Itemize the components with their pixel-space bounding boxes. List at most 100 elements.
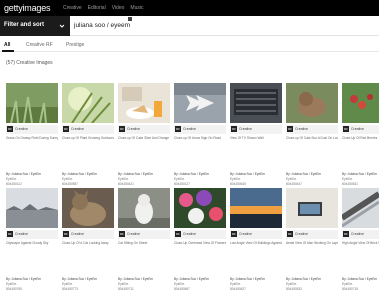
rf-badge: RF xyxy=(343,126,349,132)
image-meta: RF Creative xyxy=(342,230,379,239)
thumbnail-sunset-buildings[interactable] xyxy=(230,188,282,228)
image-id: 804450627 xyxy=(230,287,246,291)
image-id: 804450533 xyxy=(286,287,302,291)
image-caption[interactable]: Close-up Of Arrow Sign On Road xyxy=(174,136,226,140)
image-meta: RF Creative xyxy=(286,125,338,134)
getty-logo[interactable]: gettyimages xyxy=(4,2,51,14)
results-count: (57) Creative Images xyxy=(6,60,53,66)
image-byline[interactable]: By: Juliana Soo / EyeEm xyxy=(286,172,338,176)
image-id: 804450718 xyxy=(342,287,358,291)
image-collection: EyeEm xyxy=(342,177,353,181)
image-caption[interactable]: Aerial View Of Man Working On Laptop xyxy=(286,241,338,245)
image-caption[interactable]: Close-up Of Plant Growing Outdoors xyxy=(62,136,114,140)
image-caption[interactable]: Grass On Grassy Field During Sunny... xyxy=(6,136,58,140)
image-byline[interactable]: By: Juliana Soo / EyeEm xyxy=(342,172,379,176)
rf-badge: RF xyxy=(175,231,181,237)
thumbnail-berries[interactable] xyxy=(342,83,379,123)
rf-badge: RF xyxy=(7,231,13,237)
image-byline[interactable]: By: Juliana Soo / EyeEm xyxy=(118,172,170,176)
image-collection: EyeEm xyxy=(286,177,297,181)
thumbnail-cityscape[interactable] xyxy=(6,188,58,228)
image-byline[interactable]: By: Juliana Soo / EyeEm xyxy=(118,277,170,281)
image-caption[interactable]: Close-Up Of A Cat Looking Away xyxy=(62,241,114,245)
license-type: Creative xyxy=(183,127,197,131)
image-id: 804450112 xyxy=(6,182,22,186)
image-collection: EyeEm xyxy=(230,282,241,286)
image-byline[interactable]: By: Juliana Soo / EyeEm xyxy=(6,277,58,281)
thumbnail-cat[interactable] xyxy=(286,83,338,123)
image-meta: RF Creative xyxy=(342,125,379,134)
image-collection: EyeEm xyxy=(286,282,297,286)
image-id: 804450567 xyxy=(174,287,190,291)
license-type: Creative xyxy=(127,127,141,131)
rf-badge: RF xyxy=(231,231,237,237)
image-meta: RF Creative xyxy=(286,230,338,239)
close-icon[interactable] xyxy=(128,17,132,21)
thumbnail-white-cat[interactable] xyxy=(118,188,170,228)
thumbnail-flowers[interactable] xyxy=(174,188,226,228)
top-nav: Creative Editorial Video Music xyxy=(63,4,143,12)
rf-badge: RF xyxy=(7,126,13,132)
search-bar[interactable]: juliana soo / eyeem xyxy=(70,16,379,36)
image-caption[interactable]: Low Angle View Of Buildings Against Dram… xyxy=(230,241,282,245)
image-id: 804450711 xyxy=(118,287,134,291)
image-meta: RF Creative xyxy=(62,230,114,239)
license-type: Creative xyxy=(351,232,365,236)
image-collection: EyeEm xyxy=(118,177,129,181)
image-caption[interactable]: Close-Up Overhead View Of Flowers xyxy=(174,241,226,245)
image-caption[interactable]: Close-Up Of Red Berries xyxy=(342,136,379,140)
thumbnail-plant[interactable] xyxy=(62,83,114,123)
image-caption[interactable]: Close-up Of Cake Slice And Orange Juice … xyxy=(118,136,170,140)
rf-badge: RF xyxy=(287,231,293,237)
image-meta: RF Creative xyxy=(174,230,226,239)
image-byline[interactable]: By: Juliana Soo / EyeEm xyxy=(342,277,379,281)
thumbnail-grass[interactable] xyxy=(6,83,58,123)
image-meta: RF Creative xyxy=(174,125,226,134)
license-type: Creative xyxy=(351,127,365,131)
image-byline[interactable]: By: Juliana Soo / EyeEm xyxy=(230,277,282,281)
thumbnail-cake[interactable] xyxy=(118,83,170,123)
tab-creative-rf[interactable]: Creative RF xyxy=(26,42,53,48)
thumbnail-brick-wall[interactable] xyxy=(342,188,379,228)
image-collection: EyeEm xyxy=(118,282,129,286)
nav-creative[interactable]: Creative xyxy=(63,4,82,12)
image-collection: EyeEm xyxy=(6,177,17,181)
thumbnail-desk[interactable] xyxy=(286,188,338,228)
image-caption[interactable]: Cat Sitting On Street xyxy=(118,241,170,245)
top-bar: gettyimages Creative Editorial Video Mus… xyxy=(0,0,379,16)
nav-music[interactable]: Music xyxy=(130,4,143,12)
thumbnail-tv[interactable] xyxy=(230,83,282,123)
nav-video[interactable]: Video xyxy=(112,4,125,12)
image-byline[interactable]: By: Juliana Soo / EyeEm xyxy=(62,277,114,281)
license-type: Creative xyxy=(295,232,309,236)
image-meta: RF Creative xyxy=(6,230,58,239)
search-input[interactable]: juliana soo / eyeem xyxy=(74,22,130,29)
image-collection: EyeEm xyxy=(174,282,185,286)
image-caption[interactable]: High Angle View Of Brick Wall xyxy=(342,241,379,245)
image-byline[interactable]: By: Juliana Soo / EyeEm xyxy=(6,172,58,176)
tab-all[interactable]: All xyxy=(4,42,10,48)
image-meta: RF Creative xyxy=(6,125,58,134)
image-byline[interactable]: By: Juliana Soo / EyeEm xyxy=(62,172,114,176)
thumbnail-tabby-cat[interactable] xyxy=(62,188,114,228)
image-id: 804450531 xyxy=(342,182,358,186)
image-collection: EyeEm xyxy=(230,177,241,181)
image-caption[interactable]: Close-up Of Cats Sun A Dust On Looking A… xyxy=(286,136,338,140)
image-caption[interactable]: View Of TV Shown Wall xyxy=(230,136,282,140)
image-caption[interactable]: Cityscape Against Cloudy Sky xyxy=(6,241,58,245)
image-collection: EyeEm xyxy=(62,282,73,286)
image-byline[interactable]: By: Juliana Soo / EyeEm xyxy=(286,277,338,281)
nav-editorial[interactable]: Editorial xyxy=(88,4,106,12)
image-collection: EyeEm xyxy=(62,177,73,181)
image-byline[interactable]: By: Juliana Soo / EyeEm xyxy=(230,172,282,176)
image-byline[interactable]: By: Juliana Soo / EyeEm xyxy=(174,172,226,176)
license-type: Creative xyxy=(15,232,29,236)
license-type: Creative xyxy=(295,127,309,131)
chevron-icon xyxy=(59,24,65,28)
rf-badge: RF xyxy=(231,126,237,132)
image-byline[interactable]: By: Juliana Soo / EyeEm xyxy=(174,277,226,281)
tab-prestige[interactable]: Prestige xyxy=(66,42,84,48)
thumbnail-arrow[interactable] xyxy=(174,83,226,123)
filter-and-sort-button[interactable]: Filter and sort xyxy=(0,16,70,36)
image-meta: RF Creative xyxy=(62,125,114,134)
